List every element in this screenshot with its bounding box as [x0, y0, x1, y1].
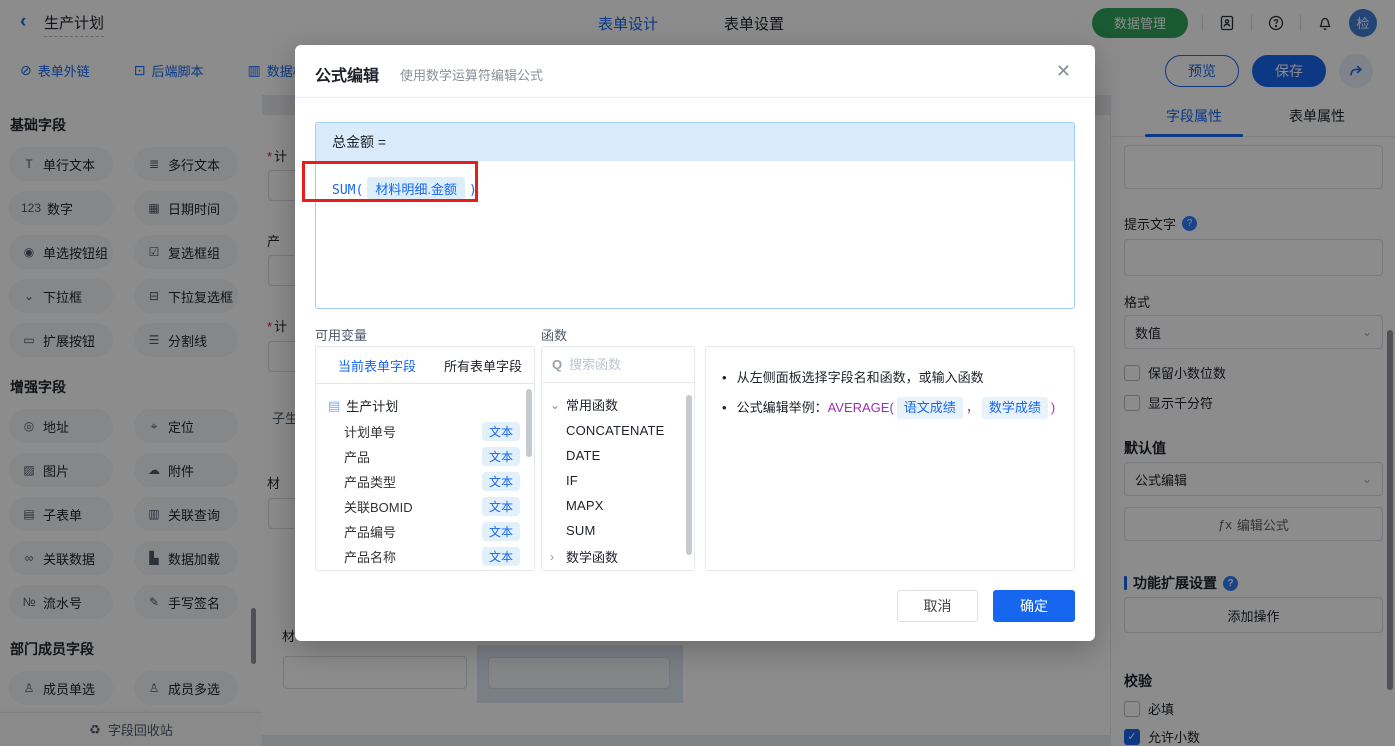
function-search-input[interactable] [569, 357, 670, 372]
tab-all-form-fields[interactable]: 所有表单字段 [444, 356, 522, 375]
chevron-down-icon: ⌄ [550, 397, 561, 412]
variable-type-badge: 文本 [481, 522, 520, 541]
functions-pane: Q ⌄ 常用函数 CONCATENATEDATEIFMAPXSUM › 数学函数 ›文本函… [541, 346, 695, 571]
variable-rows: 计划单号 文本 产品 文本 产品类型 文本 关联BOMID 文本 产品编号 文本 产品名称 文本 [316, 419, 534, 569]
tab-current-form-fields[interactable]: 当前表单字段 [338, 356, 416, 375]
variables-pane: 当前表单字段 所有表单字段 ▤ 生产计划 计划单号 文本 产品 文本 产品类型 文本 关联B… [315, 346, 535, 571]
tip-line-2: • 公式编辑举例：AVERAGE(语文成绩，数学成绩) [722, 397, 1058, 419]
variable-row[interactable]: 产品类型 文本 [316, 469, 534, 494]
variables-tree: ▤ 生产计划 计划单号 文本 产品 文本 产品类型 文本 关联BOMID 文本 产品编号 文本 产品… [316, 384, 534, 569]
function-search[interactable]: Q [542, 347, 694, 383]
modal-header: 公式编辑 使用数学运算符编辑公式 ✕ [295, 45, 1095, 98]
tips-pane: • 从左侧面板选择字段名和函数，或输入函数 • 公式编辑举例：AVERAGE(语… [705, 346, 1075, 571]
formula-target: 总金额 = [332, 134, 387, 150]
variable-row[interactable]: 计划单号 文本 [316, 419, 534, 444]
variable-type-badge: 文本 [481, 447, 520, 466]
available-variables-label: 可用变量 [315, 328, 368, 343]
modal-title: 公式编辑 [315, 68, 380, 85]
variable-row[interactable]: 产品 文本 [316, 444, 534, 469]
search-icon: Q [552, 357, 563, 372]
variable-type-badge: 文本 [481, 422, 520, 441]
document-icon: ▤ [328, 397, 341, 413]
annotation-highlight-box [302, 161, 478, 202]
close-icon[interactable]: ✕ [1056, 61, 1071, 82]
cancel-button[interactable]: 取消 [897, 590, 978, 622]
formula-editor[interactable]: 总金额 = SUM(材料明细.金额) [315, 122, 1075, 309]
function-group-label: 常用函数 [566, 398, 619, 413]
variable-name: 产品 [344, 450, 371, 465]
confirm-button[interactable]: 确定 [993, 590, 1075, 622]
variables-tabs: 当前表单字段 所有表单字段 [316, 347, 534, 384]
function-item[interactable]: CONCATENATE [542, 418, 694, 443]
bullet: • [722, 400, 727, 415]
function-item[interactable]: DATE [542, 443, 694, 468]
modal-subtitle: 使用数学运算符编辑公式 [400, 68, 544, 83]
chevron-right-icon: › [550, 549, 554, 564]
functions-label: 函数 [541, 328, 568, 343]
variable-name: 产品名称 [344, 550, 397, 565]
function-item[interactable]: IF [542, 468, 694, 493]
function-group-row[interactable]: › 数学函数 [542, 543, 694, 570]
variable-name: 关联BOMID [344, 500, 413, 515]
example-chip: 语文成绩 [896, 397, 963, 419]
variable-row[interactable]: 产品名称 文本 [316, 544, 534, 569]
function-item[interactable]: SUM [542, 518, 694, 543]
variable-name: 产品类型 [344, 475, 397, 490]
variable-type-badge: 文本 [481, 472, 520, 491]
function-group-row[interactable]: ⌄ 常用函数 [542, 391, 694, 418]
variable-row[interactable]: 产品编号 文本 [316, 519, 534, 544]
function-group-label: 数学函数 [566, 550, 619, 565]
formula-edit-modal: 公式编辑 使用数学运算符编辑公式 ✕ 总金额 = SUM(材料明细.金额) 可用… [295, 45, 1095, 641]
function-item[interactable]: MAPX [542, 493, 694, 518]
example-fn: AVERAGE( [827, 400, 894, 415]
page-scrollbar[interactable] [1387, 330, 1393, 690]
example-chip: 数学成绩 [981, 397, 1048, 419]
formula-target-bar: 总金额 = [316, 123, 1074, 161]
modal-footer: 取消 确定 [897, 590, 1075, 622]
bullet: • [722, 370, 727, 385]
variables-scrollbar[interactable] [526, 389, 532, 457]
functions-scrollbar[interactable] [686, 395, 692, 555]
function-group-row[interactable]: ›文本函数 [542, 570, 694, 571]
variable-name: 产品编号 [344, 525, 397, 540]
function-list: ⌄ 常用函数 CONCATENATEDATEIFMAPXSUM › 数学函数 ›文本函数 [542, 383, 694, 571]
variables-tree-root[interactable]: ▤ 生产计划 [316, 392, 534, 419]
tip-line-1: • 从左侧面板选择字段名和函数，或输入函数 [722, 367, 1058, 389]
variable-type-badge: 文本 [481, 547, 520, 566]
variable-name: 计划单号 [344, 425, 397, 440]
variable-type-badge: 文本 [481, 497, 520, 516]
variable-row[interactable]: 关联BOMID 文本 [316, 494, 534, 519]
